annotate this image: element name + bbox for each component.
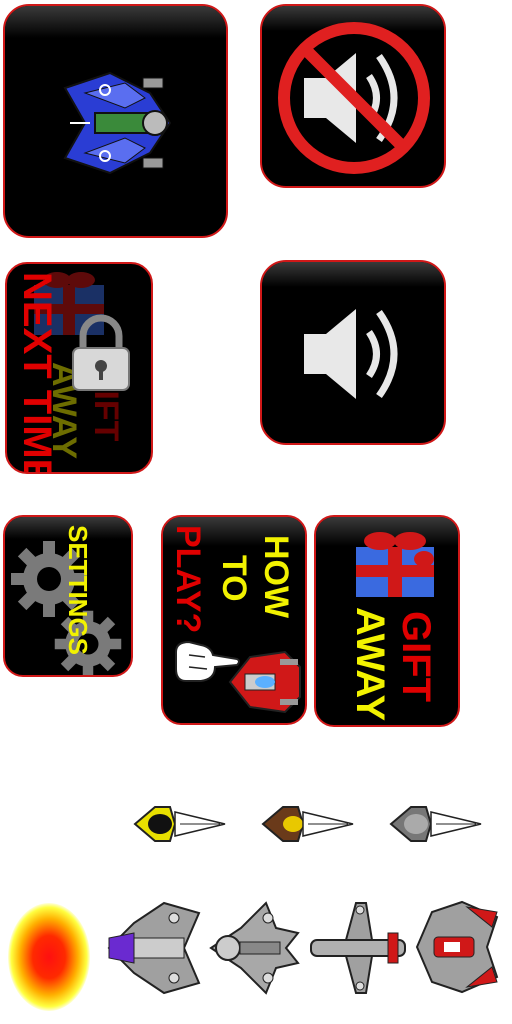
settings-button[interactable]: SETTINGS [3,515,133,677]
gray-fighter-icon [415,900,499,994]
settings-label: SETTINGS [63,525,93,656]
bee-enemy-icon [133,806,226,842]
sound-on-icon [304,309,398,399]
locked-gift-tile: GIFT AWAY NEXT TIME [0,258,156,478]
ship-select-button[interactable] [3,4,228,238]
away-label: AWAY [348,607,392,722]
sound-off-icon [278,22,430,174]
next-time-label: NEXT TIME [15,272,59,474]
to-label: TO [215,555,253,602]
play-label: PLAY? [169,525,207,634]
bee-enemy-icon [389,806,482,842]
sound-on-button[interactable] [260,260,446,445]
how-label: HOW [257,535,295,619]
gift-label: GIFT [394,611,438,703]
gift-icon [356,532,434,597]
explosion-sprite [8,903,90,1011]
sound-off-button[interactable] [260,4,446,188]
lock-icon [72,314,130,391]
how-to-play-button[interactable]: HOW TO PLAY? [161,515,307,725]
bee-enemy-icon [261,806,354,842]
player-ship-icon [63,71,172,175]
gray-fighter-icon [310,902,406,994]
gray-fighter-icon [107,901,201,995]
gray-fighter-icon [209,901,300,995]
gift-away-button[interactable]: GIFT AWAY [314,515,460,727]
red-fighter-icon [228,650,301,714]
